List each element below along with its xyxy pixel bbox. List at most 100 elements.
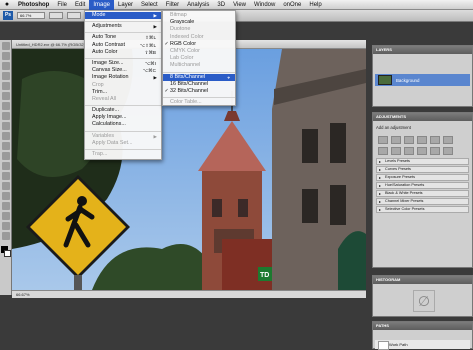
- levels-icon[interactable]: [391, 136, 401, 144]
- app-menu[interactable]: Photoshop: [14, 0, 53, 10]
- tools-panel: [0, 40, 12, 295]
- menu-item-image-size[interactable]: Image Size... ⌥⌘I: [85, 60, 161, 67]
- layers-panel: LAYERS Background: [372, 45, 473, 107]
- eraser-tool-icon[interactable]: [2, 142, 10, 150]
- menu-item-color-table[interactable]: Color Table...: [163, 99, 235, 106]
- exposure-icon[interactable]: [417, 136, 427, 144]
- gradient-tool-icon[interactable]: [2, 152, 10, 160]
- marquee-tool-icon[interactable]: [2, 52, 10, 60]
- menu-item-duplicate[interactable]: Duplicate...: [85, 107, 161, 114]
- menu-item-mode[interactable]: Mode ▶: [85, 12, 161, 20]
- menu-item-image-rotation[interactable]: Image Rotation ▶: [85, 74, 161, 81]
- no-histogram-icon: ∅: [413, 290, 435, 312]
- menu-filter[interactable]: Filter: [162, 0, 183, 10]
- preset-selective-color[interactable]: Selective Color Presets: [376, 206, 469, 213]
- menu-item-apply-image[interactable]: Apply Image...: [85, 114, 161, 121]
- menu-3d[interactable]: 3D: [213, 0, 229, 10]
- hue-saturation-icon[interactable]: [443, 136, 453, 144]
- menu-layer[interactable]: Layer: [114, 0, 137, 10]
- menu-item-apply-data-set[interactable]: Apply Data Set...: [85, 140, 161, 147]
- menu-item-rgb-color[interactable]: ✓ RGB Color: [163, 41, 235, 48]
- apple-icon[interactable]: ●: [0, 1, 14, 8]
- clone-stamp-tool-icon[interactable]: [2, 122, 10, 130]
- dodge-tool-icon[interactable]: [2, 172, 10, 180]
- layers-panel-title[interactable]: LAYERS: [373, 46, 472, 54]
- submenu-arrow-icon: ▶: [153, 75, 157, 81]
- crop-tool-icon[interactable]: [2, 82, 10, 90]
- preset-curves[interactable]: Curves Presets: [376, 166, 469, 173]
- adjustments-panel-title[interactable]: ADJUSTMENTS: [373, 113, 472, 121]
- type-tool-icon[interactable]: [2, 192, 10, 200]
- posterize-icon[interactable]: [443, 147, 453, 155]
- menu-select[interactable]: Select: [137, 0, 162, 10]
- paths-panel-title[interactable]: PATHS: [373, 322, 472, 330]
- layer-thumbnail: [378, 75, 392, 85]
- menu-item-32-bits-channel[interactable]: ✓ 32 Bits/Channel: [163, 88, 235, 95]
- vibrance-icon[interactable]: [430, 136, 440, 144]
- background-color-swatch[interactable]: [4, 250, 11, 257]
- menu-item-variables[interactable]: Variables ▶: [85, 133, 161, 140]
- menu-item-calculations[interactable]: Calculations...: [85, 121, 161, 128]
- menu-item-auto-contrast[interactable]: Auto Contrast ⌥⇧⌘L: [85, 42, 161, 49]
- path-row-work-path[interactable]: Work Path: [375, 340, 470, 350]
- brightness-contrast-icon[interactable]: [378, 136, 388, 144]
- history-brush-tool-icon[interactable]: [2, 132, 10, 140]
- healing-brush-tool-icon[interactable]: [2, 102, 10, 110]
- quick-select-tool-icon[interactable]: [2, 72, 10, 80]
- brush-tool-icon[interactable]: [2, 112, 10, 120]
- black-white-icon[interactable]: [391, 147, 401, 155]
- preset-levels[interactable]: Levels Presets: [376, 158, 469, 165]
- path-select-tool-icon[interactable]: [2, 202, 10, 210]
- menu-item-duotone[interactable]: Duotone: [163, 26, 235, 33]
- menu-item-grayscale[interactable]: Grayscale: [163, 19, 235, 26]
- menu-item-cmyk-color[interactable]: CMYK Color: [163, 48, 235, 55]
- menu-item-crop[interactable]: Crop: [85, 82, 161, 89]
- layer-row-background[interactable]: Background: [375, 74, 470, 86]
- menu-item-trap[interactable]: Trap...: [85, 151, 161, 158]
- zoom-tool-icon[interactable]: [2, 232, 10, 240]
- menu-item-multichannel[interactable]: Multichannel: [163, 62, 235, 69]
- menu-item-indexed-color[interactable]: Indexed Color: [163, 34, 235, 41]
- view-extras-button[interactable]: [49, 12, 63, 19]
- shape-tool-icon[interactable]: [2, 212, 10, 220]
- menu-item-8-bits-channel[interactable]: 8 Bits/Channel ⌖: [163, 73, 235, 81]
- invert-icon[interactable]: [430, 147, 440, 155]
- hand-tool-icon[interactable]: [2, 222, 10, 230]
- menu-item-auto-color[interactable]: Auto Color ⇧⌘B: [85, 49, 161, 56]
- menu-window[interactable]: Window: [250, 0, 279, 10]
- lasso-tool-icon[interactable]: [2, 62, 10, 70]
- menu-item-lab-color[interactable]: Lab Color: [163, 55, 235, 62]
- pen-tool-icon[interactable]: [2, 182, 10, 190]
- menu-item-adjustments[interactable]: Adjustments ▶: [85, 23, 161, 30]
- blur-tool-icon[interactable]: [2, 162, 10, 170]
- menu-file[interactable]: File: [53, 0, 71, 10]
- menu-edit[interactable]: Edit: [71, 0, 89, 10]
- adjustments-panel: ADJUSTMENTS Add an adjustment Levels Pre…: [372, 112, 473, 268]
- channel-mixer-icon[interactable]: [417, 147, 427, 155]
- preset-hue-saturation[interactable]: Hue/Saturation Presets: [376, 182, 469, 189]
- menu-item-bitmap[interactable]: Bitmap: [163, 12, 235, 19]
- arrange-documents-button[interactable]: [67, 12, 81, 19]
- menu-item-canvas-size[interactable]: Canvas Size... ⌥⌘C: [85, 67, 161, 74]
- eyedropper-tool-icon[interactable]: [2, 92, 10, 100]
- color-balance-icon[interactable]: [378, 147, 388, 155]
- move-tool-icon[interactable]: [2, 42, 10, 50]
- menu-view[interactable]: View: [229, 0, 250, 10]
- menu-item-16-bits-channel[interactable]: 16 Bits/Channel: [163, 81, 235, 88]
- menu-onone[interactable]: onOne: [279, 0, 305, 10]
- preset-channel-mixer[interactable]: Channel Mixer Presets: [376, 198, 469, 205]
- zoom-level-select[interactable]: 66.7%: [17, 12, 45, 19]
- checkmark-icon: ✓: [164, 40, 169, 47]
- curves-icon[interactable]: [404, 136, 414, 144]
- menu-item-reveal-all[interactable]: Reveal All: [85, 96, 161, 103]
- photo-filter-icon[interactable]: [404, 147, 414, 155]
- histogram-panel-title[interactable]: HISTOGRAM: [373, 276, 472, 284]
- menu-help[interactable]: Help: [305, 0, 325, 10]
- menu-item-auto-tone[interactable]: Auto Tone ⇧⌘L: [85, 34, 161, 41]
- preset-exposure[interactable]: Exposure Presets: [376, 174, 469, 181]
- menu-image[interactable]: Image: [89, 0, 115, 10]
- mode-submenu: Bitmap Grayscale Duotone Indexed Color ✓…: [162, 10, 236, 106]
- menu-item-trim[interactable]: Trim...: [85, 89, 161, 96]
- menu-analysis[interactable]: Analysis: [183, 0, 213, 10]
- preset-black-white[interactable]: Black & White Presets: [376, 190, 469, 197]
